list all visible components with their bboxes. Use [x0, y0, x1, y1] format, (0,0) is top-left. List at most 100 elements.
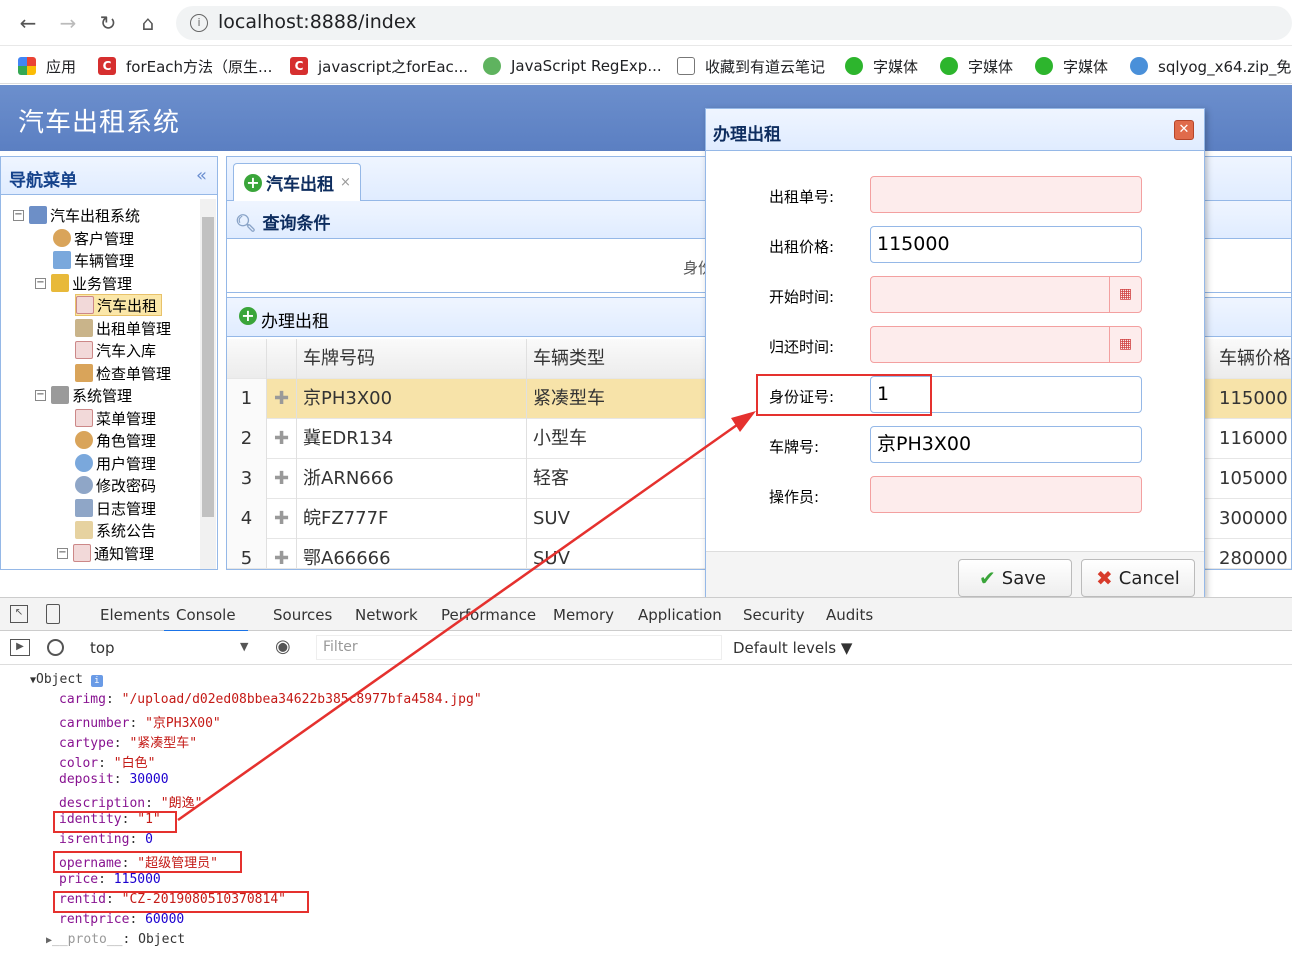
back-arrow-icon[interactable]: ←: [16, 11, 40, 35]
cell-carnumber: 浙ARN666: [297, 459, 527, 499]
tab-sources[interactable]: Sources: [273, 606, 332, 624]
tree-node-rent-orders[interactable]: 出租单管理: [75, 317, 171, 339]
object-property[interactable]: rentprice: 60000: [59, 912, 184, 927]
tree-label: 日志管理: [96, 499, 157, 518]
object-property[interactable]: price: 115000: [59, 872, 161, 887]
tree-node-check-orders[interactable]: 检查单管理: [75, 362, 171, 384]
bookmark-item[interactable]: sqlyog_x64.zip_免...: [1130, 55, 1292, 77]
calendar-icon[interactable]: ▦: [1109, 277, 1141, 312]
annotation-box: [756, 374, 932, 416]
proto-line[interactable]: ▶__proto__: Object: [46, 932, 185, 947]
tab-memory[interactable]: Memory: [553, 606, 614, 624]
info-icon[interactable]: i: [90, 675, 103, 687]
bookmark-item[interactable]: CforEach方法（原生...: [98, 55, 272, 77]
tree-node-log[interactable]: 日志管理: [75, 497, 156, 519]
collapse-double-chevron-icon[interactable]: «: [196, 165, 207, 186]
close-icon[interactable]: ✕: [1174, 120, 1194, 140]
tree-node-password[interactable]: 修改密码: [75, 474, 156, 496]
calendar-icon[interactable]: ▦: [1109, 327, 1141, 362]
reload-icon[interactable]: ↻: [96, 11, 120, 35]
col-price[interactable]: 车辆价格: [1213, 339, 1292, 379]
tree-node-menu[interactable]: 菜单管理: [75, 407, 156, 429]
expand-plus-icon[interactable]: ✚: [267, 539, 297, 568]
bookmark-item[interactable]: Cjavascript之forEac...: [290, 55, 468, 77]
tab-network[interactable]: Network: [355, 606, 418, 624]
operator-input[interactable]: [870, 476, 1142, 513]
info-icon[interactable]: i: [190, 14, 208, 32]
collapse-toggle-icon[interactable]: −: [13, 209, 24, 221]
expand-plus-icon[interactable]: ✚: [267, 459, 297, 499]
home-icon[interactable]: ⌂: [136, 11, 160, 35]
tree-node-business[interactable]: − 业务管理: [35, 272, 132, 294]
bookmark-item[interactable]: 字媒体: [1035, 55, 1108, 77]
tab-elements[interactable]: Elements: [100, 606, 170, 624]
col-carnumber[interactable]: 车牌号码: [297, 339, 527, 379]
collapse-toggle-icon[interactable]: −: [57, 547, 68, 559]
tree-node-role[interactable]: 角色管理: [75, 429, 156, 451]
tab-security[interactable]: Security: [743, 606, 805, 624]
bookmark-item[interactable]: 字媒体: [845, 55, 918, 77]
tab-audits[interactable]: Audits: [826, 606, 873, 624]
nav-scrollbar[interactable]: [200, 199, 216, 569]
bookmark-item[interactable]: 字媒体: [940, 55, 1013, 77]
dropdown-arrow-icon[interactable]: ▼: [240, 640, 248, 653]
device-toolbar-icon[interactable]: [46, 604, 60, 624]
object-property[interactable]: carimg: "/upload/d02ed08bbea34622b385c89…: [59, 692, 482, 707]
property-separator: :: [98, 756, 114, 771]
log-levels-dropdown[interactable]: Default levels ▼: [733, 639, 852, 657]
object-property[interactable]: carnumber: "京PH3X00": [59, 712, 221, 731]
save-button[interactable]: ✔ Save: [958, 559, 1072, 597]
tab-rent-car[interactable]: + 汽车出租 ×: [233, 163, 361, 201]
filter-input[interactable]: Filter: [316, 635, 722, 660]
scrollbar-thumb[interactable]: [202, 217, 214, 517]
tree-node-customer[interactable]: 客户管理: [53, 227, 134, 249]
cancel-button[interactable]: ✖ Cancel: [1081, 559, 1195, 597]
object-property[interactable]: deposit: 30000: [59, 772, 169, 787]
col-cartype[interactable]: 车辆类型: [527, 339, 707, 379]
carnumber-input[interactable]: 京PH3X00: [870, 426, 1142, 463]
return-date-input[interactable]: ▦: [870, 326, 1142, 363]
collapse-toggle-icon[interactable]: −: [35, 389, 46, 401]
object-property[interactable]: description: "朗逸": [59, 792, 202, 811]
bookmark-label: 收藏到有道云笔记: [705, 57, 826, 76]
url-text: localhost:8888/index: [218, 11, 417, 33]
rent-price-input[interactable]: 115000: [870, 226, 1142, 263]
tree-node-car-return[interactable]: 汽车入库: [75, 339, 156, 361]
users-icon: [75, 454, 93, 472]
tree-node-user[interactable]: 用户管理: [75, 452, 156, 474]
tree-label: 汽车出租系统: [50, 206, 141, 225]
tree-node-vehicle[interactable]: 车辆管理: [53, 249, 134, 271]
object-property[interactable]: color: "白色": [59, 752, 155, 771]
collapse-toggle-icon[interactable]: −: [35, 277, 46, 289]
property-value: "/upload/d02ed08bbea34622b385c8977bfa458…: [121, 692, 482, 707]
expand-plus-icon[interactable]: ✚: [267, 379, 297, 419]
tree-label: 出租单管理: [96, 319, 172, 338]
tab-console[interactable]: Console: [164, 606, 248, 632]
address-bar[interactable]: i localhost:8888/index: [176, 6, 1292, 40]
bookmark-label: sqlyog_x64.zip_免...: [1158, 57, 1292, 76]
object-property[interactable]: isrenting: 0: [59, 832, 153, 847]
expand-plus-icon[interactable]: ✚: [267, 499, 297, 539]
forward-arrow-icon[interactable]: →: [56, 11, 80, 35]
tab-application[interactable]: Application: [638, 606, 722, 624]
tree-node-notice[interactable]: 系统公告: [75, 519, 156, 541]
object-property[interactable]: cartype: "紧凑型车": [59, 732, 197, 751]
bookmark-item[interactable]: 收藏到有道云笔记: [677, 55, 825, 77]
context-selector[interactable]: top: [90, 639, 115, 657]
eye-icon[interactable]: ◉: [275, 636, 291, 657]
bookmark-apps[interactable]: 应用: [18, 55, 76, 77]
expand-plus-icon[interactable]: ✚: [267, 419, 297, 459]
tab-performance[interactable]: Performance: [441, 606, 536, 624]
tree-node-system[interactable]: − 系统管理: [35, 384, 132, 406]
clear-console-icon[interactable]: [47, 639, 64, 656]
inspect-element-icon[interactable]: ↖: [10, 605, 28, 623]
tree-node-root[interactable]: − 汽车出租系统: [13, 204, 140, 226]
begin-date-input[interactable]: ▦: [870, 276, 1142, 313]
tree-node-rent-car[interactable]: 汽车出租: [75, 294, 163, 316]
object-header[interactable]: ▼Object i: [30, 672, 103, 687]
tab-close-icon[interactable]: ×: [340, 175, 351, 190]
rent-id-input[interactable]: [870, 176, 1142, 213]
sidebar-toggle-icon[interactable]: ▶: [10, 639, 30, 656]
tree-node-notification[interactable]: − 通知管理: [57, 542, 154, 564]
bookmark-item[interactable]: JavaScript RegExp...: [483, 55, 662, 77]
